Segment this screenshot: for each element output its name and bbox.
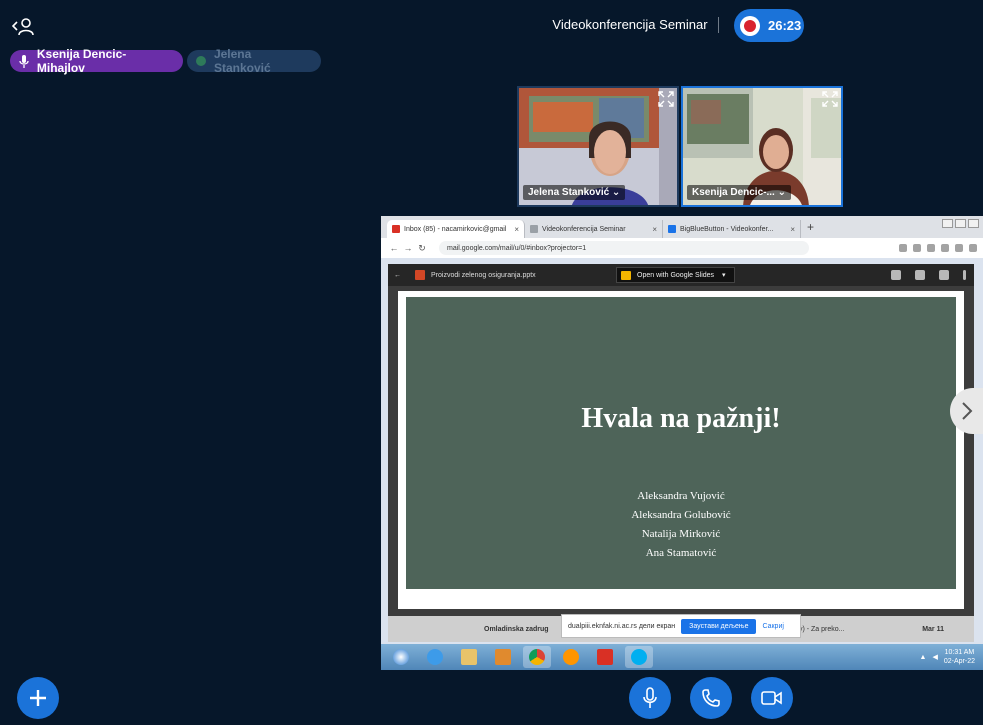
- close-icon[interactable]: ×: [514, 225, 519, 234]
- leave-audio-button[interactable]: [690, 677, 732, 719]
- author-name: Aleksandra Vujović: [637, 490, 725, 502]
- back-arrow-icon[interactable]: ←: [394, 272, 401, 279]
- mail-sender: Omladinska zadrug: [484, 625, 549, 633]
- fullscreen-icon[interactable]: [822, 91, 838, 107]
- talker-indicator[interactable]: Jelena Stanković: [187, 47, 321, 75]
- browser-tab[interactable]: BigBlueButton - Videokonfer... ×: [663, 220, 801, 238]
- recording-indicator[interactable]: 26:23: [734, 9, 804, 42]
- clock-date: 02-Apr-22: [943, 658, 975, 665]
- webcam-username[interactable]: Ksenija Dencic-... ⌄: [687, 185, 791, 200]
- gmail-icon: [392, 225, 400, 233]
- print-icon[interactable]: [915, 270, 925, 280]
- plus-icon: [30, 690, 46, 706]
- author-name: Aleksandra Golubović: [631, 509, 731, 521]
- author-name: Natalija Mirković: [641, 528, 721, 540]
- chevron-down-icon: ▾: [722, 272, 726, 279]
- record-icon: [740, 15, 760, 36]
- address-bar[interactable]: mail.google.com/mail/u/0/#inbox?projecto…: [439, 241, 809, 255]
- users-toggle-icon[interactable]: [10, 14, 36, 38]
- add-to-drive-icon[interactable]: [891, 270, 901, 280]
- browser-toolbar: ← → ↻ mail.google.com/mail/u/0/#inbox?pr…: [381, 238, 983, 258]
- microphone-icon: [17, 54, 31, 68]
- browser-tab[interactable]: Inbox (85) - nacamirkovic@gmail ×: [387, 220, 525, 238]
- presentation-slide: Hvala na pažnji! Aleksandra Vujović Alek…: [406, 297, 956, 589]
- chrome-icon[interactable]: [523, 646, 551, 668]
- screenshare-area: Inbox (85) - nacamirkovic@gmail × Videok…: [381, 216, 983, 670]
- microphone-icon: [643, 687, 657, 708]
- new-tab-icon[interactable]: +: [807, 220, 814, 238]
- forward-icon[interactable]: →: [401, 243, 415, 253]
- folder-icon[interactable]: [455, 646, 483, 668]
- file-name: Proizvodi zelenog osiguranja.pptx: [431, 271, 536, 279]
- author-name: Ana Stamatović: [645, 547, 717, 559]
- powerpoint-icon: [415, 270, 425, 280]
- page-icon: [530, 225, 538, 233]
- recording-time: 26:23: [768, 18, 802, 33]
- clock[interactable]: 10:31 AM 02-Apr-22: [944, 648, 975, 666]
- extension-icons: [899, 244, 983, 252]
- slide-frame: Hvala na pažnji! Aleksandra Vujović Alek…: [398, 291, 964, 609]
- webcam-tile[interactable]: Jelena Stanković ⌄: [517, 86, 679, 207]
- slide-title: Hvala na pažnji!: [581, 403, 781, 434]
- tab-label: Inbox (85) - nacamirkovic@gmail: [404, 225, 507, 233]
- talker-indicator[interactable]: Ksenija Dencic-Mihajlov: [10, 47, 183, 75]
- network-icon[interactable]: ▲: [920, 654, 927, 661]
- mute-button[interactable]: [629, 677, 671, 719]
- browser-tab-strip: Inbox (85) - nacamirkovic@gmail × Videok…: [381, 216, 983, 238]
- screen-share-notice: dualpiii.eknfak.ni.ac.rs дели екран Заус…: [561, 614, 801, 638]
- open-with-label: Open with Google Slides: [637, 271, 715, 279]
- start-button[interactable]: [387, 646, 415, 668]
- pdf-icon[interactable]: [591, 646, 619, 668]
- skype-icon[interactable]: [625, 646, 653, 668]
- video-camera-icon: [761, 691, 782, 705]
- talker-name: Jelena Stanković: [213, 47, 271, 75]
- stop-sharing-button[interactable]: Заустави дељење: [681, 618, 757, 634]
- windows-taskbar: ▲ ◀ 10:31 AM 02-Apr-22: [381, 644, 983, 670]
- media-player-icon[interactable]: [489, 646, 517, 668]
- back-icon[interactable]: ←: [387, 243, 401, 253]
- close-icon[interactable]: ×: [790, 225, 795, 234]
- firefox-icon[interactable]: [557, 646, 585, 668]
- browser-tab[interactable]: Videokonferencija Seminar ×: [525, 220, 663, 238]
- window-controls: [942, 219, 979, 228]
- open-with-button[interactable]: Open with Google Slides ▾: [616, 267, 735, 283]
- muted-dot-icon: [194, 54, 208, 68]
- tab-label: Videokonferencija Seminar: [542, 225, 626, 233]
- title-divider: [718, 17, 719, 33]
- meeting-title: Videokonferencija Seminar: [552, 17, 708, 32]
- webcam-tile[interactable]: Ksenija Dencic-... ⌄: [681, 86, 843, 207]
- close-icon[interactable]: ×: [652, 225, 657, 234]
- mail-date: Mar 11: [922, 625, 944, 633]
- download-icon[interactable]: [939, 270, 949, 280]
- file-viewer: ← Proizvodi zelenog osiguranja.pptx Open…: [388, 264, 983, 616]
- viewer-toolbar: ← Proizvodi zelenog osiguranja.pptx Open…: [388, 264, 974, 286]
- phone-icon: [702, 689, 720, 707]
- google-slides-icon: [621, 270, 631, 280]
- share-webcam-button[interactable]: [751, 677, 793, 719]
- share-message: dualpiii.eknfak.ni.ac.rs дели екран: [568, 622, 676, 630]
- actions-button[interactable]: [17, 677, 59, 719]
- tab-label: BigBlueButton - Videokonfer...: [680, 225, 774, 233]
- reload-icon[interactable]: ↻: [415, 243, 429, 254]
- volume-icon[interactable]: ◀: [932, 653, 937, 661]
- more-icon[interactable]: [963, 270, 966, 280]
- clock-time: 10:31 AM: [944, 649, 975, 656]
- system-tray: ▲ ◀ 10:31 AM 02-Apr-22: [920, 648, 983, 666]
- webcam-username[interactable]: Jelena Stanković ⌄: [523, 185, 626, 200]
- fullscreen-icon[interactable]: [658, 91, 674, 107]
- internet-explorer-icon[interactable]: [421, 646, 449, 668]
- talker-name: Ksenija Dencic-Mihajlov: [36, 47, 127, 75]
- slide-authors: Aleksandra Vujović Aleksandra Golubović …: [406, 487, 956, 563]
- viewer-actions: [891, 270, 966, 280]
- hide-button[interactable]: Сакриј: [762, 623, 783, 630]
- chevron-right-icon: [962, 402, 973, 420]
- bigbluebutton-icon: [668, 225, 676, 233]
